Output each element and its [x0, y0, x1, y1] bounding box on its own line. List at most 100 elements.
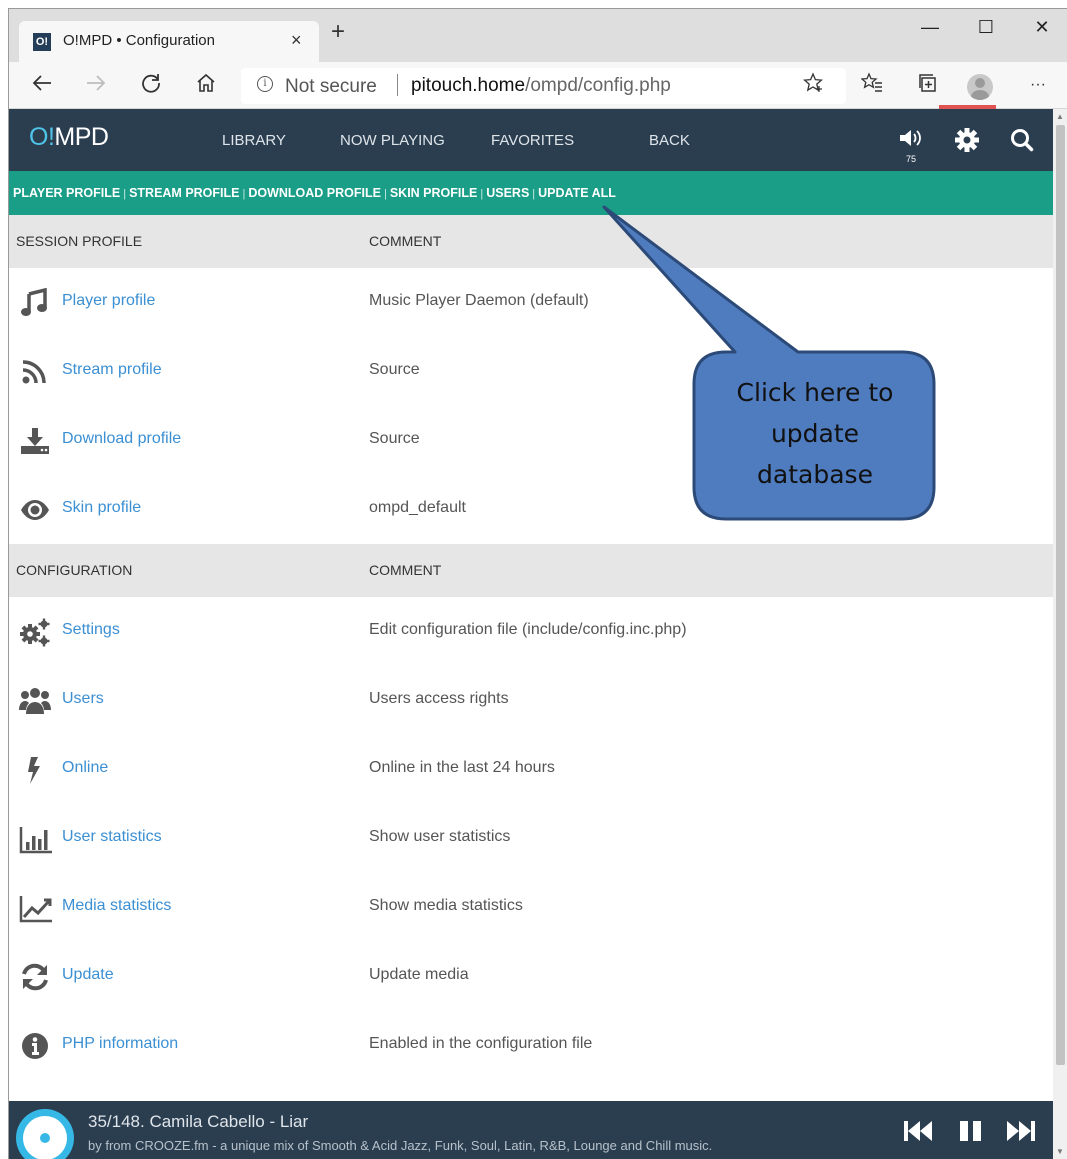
browser-tab[interactable]: O! O!MPD • Configuration × — [19, 21, 319, 62]
scroll-up-arrow-icon[interactable]: ▲ — [1056, 112, 1064, 121]
column-header-configuration: CONFIGURATION — [16, 562, 133, 578]
submenu-users[interactable]: USERS — [486, 186, 529, 200]
session-row-player[interactable]: Player profile Music Player Daemon (defa… — [9, 268, 1053, 337]
config-row-php-information[interactable]: PHP information Enabled in the configura… — [9, 1011, 1053, 1080]
row-comment: ompd_default — [369, 499, 466, 516]
row-comment: Online in the last 24 hours — [369, 759, 555, 776]
config-row-media-statistics[interactable]: Media statistics Show media statistics — [9, 873, 1053, 942]
tab-title: O!MPD • Configuration — [63, 32, 215, 49]
app-logo[interactable]: O!MPD — [29, 123, 109, 152]
address-bar[interactable]: i Not secure pitouch.home/ompd/config.ph… — [241, 68, 846, 104]
submenu-separator: | — [480, 188, 484, 200]
row-comment: Music Player Daemon (default) — [369, 292, 589, 309]
album-disc-icon[interactable] — [16, 1109, 74, 1159]
browser-toolbar: i Not secure pitouch.home/ompd/config.ph… — [9, 62, 1067, 109]
row-comment: Source — [369, 430, 420, 447]
search-icon[interactable] — [1009, 127, 1035, 158]
callout-text: Click here to update database — [696, 372, 934, 495]
volume-control[interactable]: 75 — [897, 127, 925, 164]
volume-level: 75 — [905, 154, 916, 164]
config-row-online[interactable]: Online Online in the last 24 hours — [9, 735, 1053, 804]
callout-line: Click here to — [736, 378, 894, 407]
row-comment: Show user statistics — [369, 828, 511, 845]
more-menu-icon[interactable]: ··· — [1023, 72, 1053, 98]
refresh-icon[interactable] — [136, 72, 166, 100]
bar-chart-icon — [19, 824, 52, 854]
maximize-button[interactable]: ☐ — [963, 17, 1009, 38]
config-row-update[interactable]: Update Update media — [9, 942, 1053, 1011]
forward-arrow-icon[interactable] — [81, 72, 111, 100]
users-icon — [19, 686, 51, 716]
submenu-stream-profile[interactable]: STREAM PROFILE — [129, 186, 239, 200]
settings-link[interactable]: Settings — [62, 621, 120, 639]
callout-line: update — [770, 419, 860, 448]
pause-button[interactable] — [959, 1120, 983, 1147]
close-window-button[interactable]: ✕ — [1019, 17, 1065, 38]
info-circle-icon — [19, 1031, 51, 1061]
row-comment: Edit configuration file (include/config.… — [369, 621, 687, 638]
stream-profile-link[interactable]: Stream profile — [62, 361, 162, 379]
column-header-comment: COMMENT — [369, 233, 442, 249]
new-tab-button[interactable]: + — [331, 20, 345, 44]
menu-back[interactable]: BACK — [649, 132, 690, 149]
volume-icon — [900, 130, 921, 146]
row-comment: Show media statistics — [369, 897, 523, 914]
column-header-session: SESSION PROFILE — [16, 233, 143, 249]
submenu-skin-profile[interactable]: SKIN PROFILE — [390, 186, 478, 200]
tab-close-icon[interactable]: × — [291, 30, 302, 51]
previous-track-button[interactable] — [903, 1120, 933, 1147]
rss-feed-icon — [19, 357, 51, 387]
online-link[interactable]: Online — [62, 759, 108, 777]
submenu-separator: | — [532, 188, 536, 200]
favicon-icon: O! — [33, 33, 51, 51]
submenu-separator: | — [383, 188, 387, 200]
menu-library[interactable]: LIBRARY — [222, 132, 286, 149]
config-row-settings[interactable]: Settings Edit configuration file (includ… — [9, 597, 1053, 666]
scrollbar-thumb[interactable] — [1056, 125, 1065, 1065]
add-favorite-icon[interactable] — [799, 72, 829, 100]
submenu-player-profile[interactable]: PLAYER PROFILE — [13, 186, 120, 200]
security-label: Not secure — [285, 76, 377, 97]
scroll-down-arrow-icon[interactable]: ▼ — [1056, 1147, 1064, 1156]
site-info-icon[interactable]: i — [257, 76, 273, 92]
now-playing-track[interactable]: 35/148. Camila Cabello - Liar — [88, 1112, 308, 1132]
eye-icon — [19, 495, 51, 525]
users-link[interactable]: Users — [62, 690, 104, 708]
submenu-download-profile[interactable]: DOWNLOAD PROFILE — [248, 186, 381, 200]
skin-profile-link[interactable]: Skin profile — [62, 499, 141, 517]
download-profile-link[interactable]: Download profile — [62, 430, 181, 448]
refresh-icon — [19, 962, 51, 992]
next-track-button[interactable] — [1006, 1120, 1036, 1147]
favorites-icon[interactable] — [857, 72, 887, 100]
gears-icon — [19, 617, 51, 647]
vertical-scrollbar[interactable]: ▲ ▼ — [1053, 109, 1067, 1159]
config-row-users[interactable]: Users Users access rights — [9, 666, 1053, 735]
player-profile-link[interactable]: Player profile — [62, 292, 155, 310]
url-separator — [397, 74, 398, 96]
row-comment: Update media — [369, 966, 469, 983]
row-comment: Enabled in the configuration file — [369, 1035, 593, 1052]
row-comment: Source — [369, 361, 420, 378]
user-statistics-link[interactable]: User statistics — [62, 828, 162, 846]
browser-window: O! O!MPD • Configuration × + — ☐ ✕ i Not… — [8, 8, 1067, 1159]
menu-favorites[interactable]: FAVORITES — [491, 132, 574, 149]
update-link[interactable]: Update — [62, 966, 114, 984]
home-icon[interactable] — [191, 72, 221, 100]
url-text: pitouch.home/ompd/config.php — [411, 75, 671, 96]
profile-avatar[interactable] — [967, 74, 993, 100]
minimize-button[interactable]: — — [907, 17, 953, 38]
player-bar: 35/148. Camila Cabello - Liar by from CR… — [9, 1101, 1053, 1159]
line-chart-icon — [19, 893, 52, 923]
back-arrow-icon[interactable] — [27, 72, 57, 100]
media-statistics-link[interactable]: Media statistics — [62, 897, 171, 915]
tab-strip: O! O!MPD • Configuration × + — ☐ ✕ — [9, 9, 1067, 62]
php-information-link[interactable]: PHP information — [62, 1035, 178, 1053]
config-row-user-statistics[interactable]: User statistics Show user statistics — [9, 804, 1053, 873]
settings-gear-icon[interactable] — [954, 127, 980, 158]
collections-icon[interactable] — [913, 72, 943, 100]
menu-now-playing[interactable]: NOW PLAYING — [340, 132, 445, 149]
callout-line: database — [757, 460, 873, 489]
session-profile-header: SESSION PROFILE COMMENT — [9, 215, 1053, 268]
submenu-update-all[interactable]: UPDATE ALL — [538, 186, 616, 200]
download-icon — [19, 426, 51, 456]
